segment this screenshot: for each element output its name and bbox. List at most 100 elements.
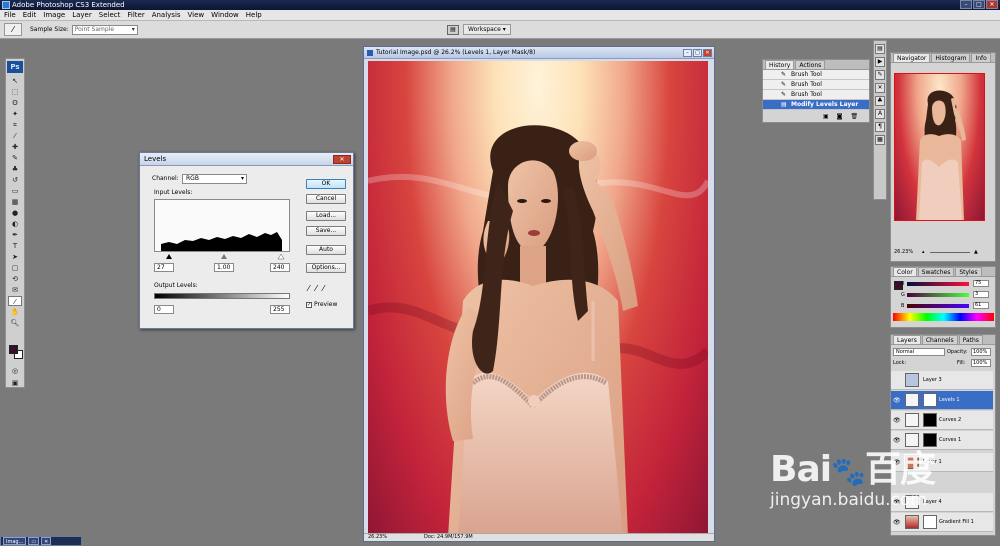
menu-edit[interactable]: Edit: [23, 11, 37, 19]
quick-mask-icon[interactable]: ◎: [8, 366, 22, 376]
crop-tool-icon[interactable]: ⌗: [8, 120, 22, 130]
input-gamma-field[interactable]: 1.00: [214, 263, 234, 272]
layer-mask-thumbnail[interactable]: [923, 515, 937, 529]
menu-analysis[interactable]: Analysis: [152, 11, 181, 19]
workspace-button[interactable]: Workspace ▾: [463, 24, 511, 35]
menu-layer[interactable]: Layer: [72, 11, 92, 19]
layer-mask-thumbnail[interactable]: [923, 393, 937, 407]
new-snapshot-icon[interactable]: ◙: [837, 113, 843, 120]
menu-window[interactable]: Window: [211, 11, 239, 19]
input-white-field[interactable]: 240: [270, 263, 290, 272]
magic-wand-tool-icon[interactable]: ✦: [8, 109, 22, 119]
tab-navigator[interactable]: Navigator: [893, 53, 931, 62]
red-value-field[interactable]: 75: [973, 280, 989, 287]
tab-layers[interactable]: Layers: [893, 335, 921, 344]
maximize-icon[interactable]: □: [973, 0, 985, 9]
dock-history-icon[interactable]: ▤: [875, 44, 885, 54]
zoom-out-icon[interactable]: ▴: [922, 249, 925, 255]
dock-paragraph-icon[interactable]: ¶: [875, 122, 885, 132]
dock-brushes-icon[interactable]: ✎: [875, 70, 885, 80]
color-spectrum-bar[interactable]: [893, 313, 994, 321]
new-document-from-state-icon[interactable]: ▣: [823, 113, 829, 120]
layer-row[interactable]: 👁︎ Curves 2: [891, 411, 993, 430]
menu-help[interactable]: Help: [246, 11, 262, 19]
layer-row-selected[interactable]: 👁︎ Levels 1: [891, 391, 993, 410]
taskbar-restore-icon[interactable]: ▭: [28, 537, 40, 545]
output-white-field[interactable]: 255: [270, 305, 290, 314]
auto-button[interactable]: Auto: [306, 245, 346, 255]
input-slider[interactable]: [154, 253, 290, 260]
visibility-eye-icon[interactable]: 👁︎: [893, 519, 901, 526]
type-tool-icon[interactable]: T: [8, 241, 22, 251]
layer-row[interactable]: 👁︎ Gradient Fill 1: [891, 513, 993, 532]
tab-history[interactable]: History: [765, 60, 795, 69]
path-selection-tool-icon[interactable]: ➤: [8, 252, 22, 262]
history-item-selected[interactable]: ▤ Modify Levels Layer: [763, 100, 869, 110]
document-zoom[interactable]: 26.23%: [368, 534, 387, 540]
screen-mode-icon[interactable]: ▣: [8, 378, 22, 388]
cancel-button[interactable]: Cancel: [306, 194, 346, 204]
dock-clone-source-icon[interactable]: ♣: [875, 96, 885, 106]
tab-swatches[interactable]: Swatches: [917, 267, 955, 276]
close-icon[interactable]: ✕: [986, 0, 998, 9]
options-button[interactable]: Options...: [306, 263, 346, 273]
eyedropper-tool-preset-icon[interactable]: ⁄: [4, 23, 22, 36]
tab-color[interactable]: Color: [893, 267, 917, 276]
clone-stamp-tool-icon[interactable]: ♣: [8, 164, 22, 174]
preview-checkbox-row[interactable]: ✓ Preview: [306, 301, 337, 308]
preview-checkbox[interactable]: ✓: [306, 301, 312, 308]
zoom-slider[interactable]: [930, 252, 970, 253]
3d-rotate-tool-icon[interactable]: ⟲: [8, 274, 22, 284]
menu-file[interactable]: File: [4, 11, 16, 19]
workspace-icon[interactable]: ▤: [447, 24, 459, 35]
hand-tool-icon[interactable]: ✋: [8, 307, 22, 317]
minimize-icon[interactable]: –: [960, 0, 972, 9]
gradient-tool-icon[interactable]: ▦: [8, 197, 22, 207]
taskbar-close-icon[interactable]: ✕: [41, 537, 52, 545]
document-size-info[interactable]: Doc: 24.9M/157.9M: [424, 534, 473, 541]
menu-view[interactable]: View: [188, 11, 205, 19]
zoom-tool-icon[interactable]: 🔍︎: [8, 318, 22, 328]
blend-mode-select[interactable]: Normal: [893, 348, 945, 356]
dock-actions-icon[interactable]: ▶: [875, 57, 885, 67]
levels-close-icon[interactable]: ✕: [333, 155, 351, 164]
blue-slider[interactable]: [907, 304, 969, 308]
channel-select[interactable]: RGB: [182, 174, 247, 184]
menu-image[interactable]: Image: [43, 11, 65, 19]
blur-tool-icon[interactable]: ●: [8, 208, 22, 218]
green-value-field[interactable]: 3: [973, 291, 989, 298]
foreground-color-swatch[interactable]: [9, 345, 18, 354]
doc-minimize-icon[interactable]: –: [683, 49, 692, 57]
pen-tool-icon[interactable]: ✒: [8, 230, 22, 240]
marquee-tool-icon[interactable]: ⬚: [8, 87, 22, 97]
lasso-tool-icon[interactable]: ʘ: [8, 98, 22, 108]
save-button[interactable]: Save...: [306, 226, 346, 236]
opacity-field[interactable]: 100%: [971, 348, 991, 356]
navigator-thumbnail[interactable]: [894, 73, 985, 221]
visibility-eye-icon[interactable]: 👁︎: [893, 417, 901, 424]
history-item[interactable]: ✎ Brush Tool: [763, 70, 869, 80]
zoom-in-icon[interactable]: ▲: [974, 249, 978, 255]
layer-row[interactable]: Layer 3: [891, 371, 993, 390]
brush-tool-icon[interactable]: ✎: [8, 153, 22, 163]
levels-title-bar[interactable]: Levels ✕: [140, 153, 353, 166]
doc-close-icon[interactable]: ✕: [703, 49, 712, 57]
gray-eyedropper-icon[interactable]: ⁄: [315, 284, 316, 293]
layer-mask-thumbnail[interactable]: [923, 413, 937, 427]
dock-character-icon[interactable]: A: [875, 109, 885, 119]
tab-info[interactable]: Info: [971, 53, 991, 62]
tab-channels[interactable]: Channels: [921, 335, 958, 344]
tab-histogram[interactable]: Histogram: [931, 53, 971, 62]
doc-maximize-icon[interactable]: □: [693, 49, 702, 57]
history-brush-tool-icon[interactable]: ↺: [8, 175, 22, 185]
output-black-field[interactable]: 0: [154, 305, 174, 314]
shape-tool-icon[interactable]: ▢: [8, 263, 22, 273]
menu-select[interactable]: Select: [99, 11, 121, 19]
taskbar-item[interactable]: Imag...: [3, 537, 27, 545]
load-button[interactable]: Load...: [306, 211, 346, 221]
input-black-field[interactable]: 27: [154, 263, 174, 272]
black-eyedropper-icon[interactable]: ⁄: [308, 284, 309, 293]
dock-tool-presets-icon[interactable]: ✕: [875, 83, 885, 93]
dock-layer-comps-icon[interactable]: ▦: [875, 135, 885, 145]
notes-tool-icon[interactable]: ✉: [8, 285, 22, 295]
